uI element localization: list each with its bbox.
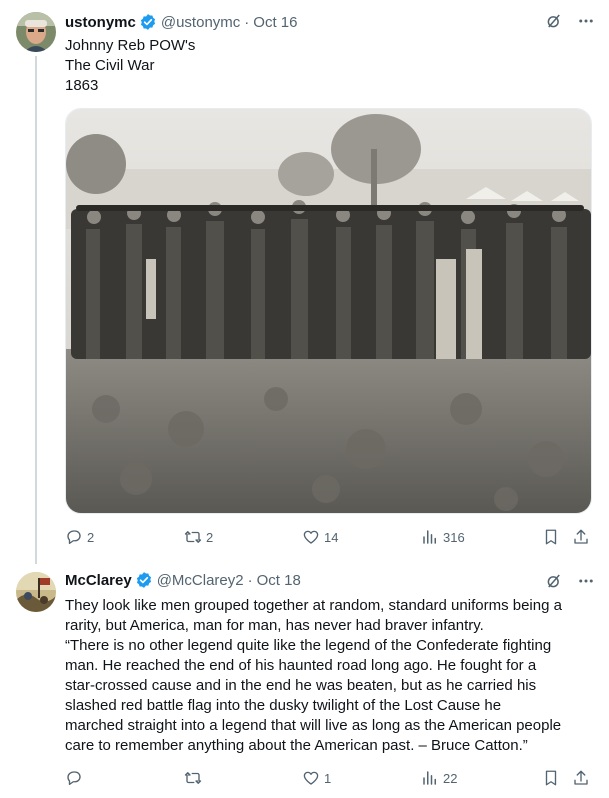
share-icon bbox=[574, 770, 588, 785]
separator-dot: · bbox=[244, 13, 250, 31]
reply-count: 2 bbox=[87, 529, 95, 545]
verified-badge-icon bbox=[139, 13, 157, 31]
bookmark-button[interactable] bbox=[542, 768, 560, 788]
repost-count: 2 bbox=[206, 529, 214, 545]
reply-button[interactable]: 2 bbox=[65, 527, 94, 547]
author-handle[interactable]: @McClarey2 bbox=[157, 572, 244, 589]
tweet-header: McClarey @McClarey2 · Oct 18 bbox=[65, 570, 301, 590]
tweet-date[interactable]: Oct 18 bbox=[257, 572, 301, 589]
author-name[interactable]: ustonymc bbox=[65, 14, 136, 31]
grok-icon[interactable] bbox=[545, 12, 563, 30]
reply-button[interactable] bbox=[65, 768, 87, 788]
repost-button[interactable] bbox=[184, 768, 206, 788]
tweet-header: ustonymc @ustonymc · Oct 16 bbox=[65, 12, 297, 32]
tweet-action-bar: 2 2 14 316 bbox=[65, 527, 592, 547]
more-icon[interactable] bbox=[577, 572, 595, 590]
views-button[interactable]: 316 bbox=[421, 527, 465, 547]
like-icon bbox=[303, 771, 319, 785]
views-count: 22 bbox=[443, 770, 458, 786]
tweet-text-line: star-crossed cause and in the end he was… bbox=[65, 677, 537, 694]
author-handle[interactable]: @ustonymc bbox=[161, 14, 240, 31]
bookmark-icon bbox=[545, 770, 557, 786]
profile-painting-battle-icon bbox=[16, 572, 56, 612]
reply-icon bbox=[67, 771, 81, 786]
share-icon bbox=[574, 529, 588, 544]
repost-button[interactable]: 2 bbox=[184, 527, 213, 547]
tweet-text-line: Johnny Reb POW's bbox=[65, 37, 196, 54]
tweet-text: They look like men grouped together at r… bbox=[65, 596, 595, 756]
avatar[interactable] bbox=[16, 12, 56, 52]
tweet-top-actions bbox=[545, 572, 595, 590]
separator-dot: · bbox=[247, 571, 253, 589]
tweet-top-actions bbox=[545, 12, 595, 30]
more-icon[interactable] bbox=[577, 12, 595, 30]
tweet-date[interactable]: Oct 16 bbox=[253, 14, 297, 31]
like-button[interactable]: 1 bbox=[302, 768, 331, 788]
like-count: 14 bbox=[324, 529, 339, 545]
tweet-text-line: marched straight into a legend that will… bbox=[65, 717, 562, 734]
thread-connector-line bbox=[35, 56, 37, 564]
tweet-text-line: 1863 bbox=[65, 77, 99, 94]
like-count: 1 bbox=[324, 770, 332, 786]
avatar[interactable] bbox=[16, 572, 56, 612]
tweet-text-line: The Civil War bbox=[65, 57, 155, 74]
views-icon bbox=[423, 771, 436, 785]
repost-icon bbox=[184, 772, 202, 784]
bookmark-button[interactable] bbox=[542, 527, 560, 547]
tweet-text-line: care to remember anything about the Amer… bbox=[65, 737, 528, 754]
like-button[interactable]: 14 bbox=[302, 527, 338, 547]
bookmark-icon bbox=[545, 529, 557, 545]
verified-badge-icon bbox=[135, 571, 153, 589]
like-icon bbox=[303, 530, 319, 544]
grok-icon[interactable] bbox=[545, 572, 563, 590]
views-count: 316 bbox=[443, 529, 465, 545]
author-name[interactable]: McClarey bbox=[65, 572, 132, 589]
civil-war-prisoners-photo-icon bbox=[66, 109, 591, 513]
tweet-text-line: man. He reached the end of his haunted r… bbox=[65, 657, 537, 674]
share-button[interactable] bbox=[572, 768, 590, 788]
views-button[interactable]: 22 bbox=[421, 768, 457, 788]
tweet-action-bar: 1 22 bbox=[65, 768, 592, 788]
tweet-text-line: slashed red battle flag into the dusky t… bbox=[65, 697, 502, 714]
views-icon bbox=[423, 530, 436, 544]
profile-photo-man-icon bbox=[16, 12, 56, 52]
repost-icon bbox=[184, 531, 202, 543]
tweet-text: Johnny Reb POW's The Civil War 1863 bbox=[65, 36, 195, 96]
reply-icon bbox=[67, 530, 81, 545]
share-button[interactable] bbox=[572, 527, 590, 547]
tweet-text-line: “There is no other legend quite like the… bbox=[65, 637, 552, 654]
tweet-media-photo[interactable] bbox=[65, 108, 592, 514]
tweet-text-line: rarity, but America, man for man, has ne… bbox=[65, 617, 484, 634]
tweet-text-line: They look like men grouped together at r… bbox=[65, 597, 562, 614]
